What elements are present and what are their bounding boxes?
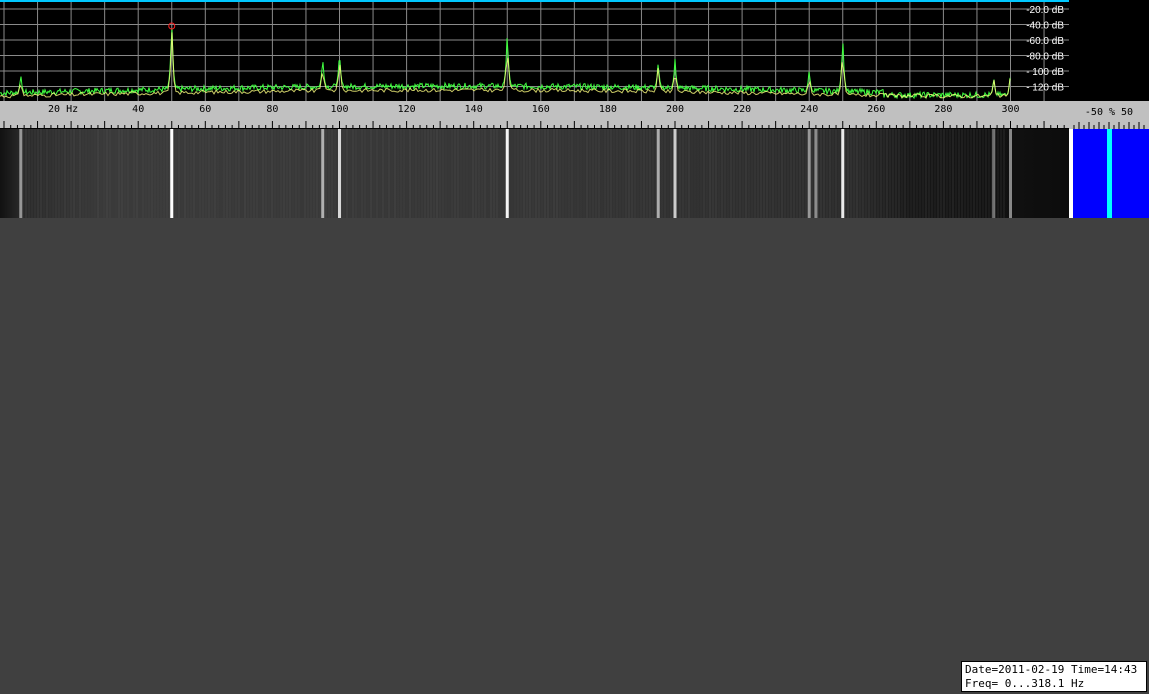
level-meter — [1069, 129, 1149, 218]
db-tick-label: -80.0 dB — [1026, 52, 1064, 63]
db-tick-label: -60.0 dB — [1026, 36, 1064, 47]
waterfall-carrier-line — [170, 129, 174, 218]
level-scale[interactable]: -50 % 50 — [1069, 101, 1149, 129]
level-axis: -50 % 50 — [1073, 107, 1145, 129]
freq-tick-label: 160 — [532, 104, 550, 115]
db-tick-label: -20.0 dB — [1026, 5, 1064, 16]
freq-tick-label: 180 — [599, 104, 617, 115]
freq-tick-label: 260 — [867, 104, 885, 115]
spectrum-trace-green — [0, 28, 1011, 100]
db-tick-label: - 120 dB — [1026, 83, 1064, 94]
db-tick-label: - 100 dB — [1026, 67, 1064, 78]
db-tick-label: -40.0 dB — [1026, 21, 1064, 32]
freq-tick-label: 20 Hz — [48, 104, 78, 115]
waterfall-carrier-line — [321, 129, 325, 218]
waterfall-carrier-line — [19, 129, 23, 218]
waterfall-carrier-line — [338, 129, 341, 218]
freq-tick-label: 40 — [132, 104, 144, 115]
waterfall-carrier-line — [814, 129, 818, 218]
frequency-axis: 20 Hz 40 60 80 100 120 140 160 180 200 220 240 260 28… — [0, 104, 1069, 129]
waterfall-background — [0, 129, 1069, 218]
freq-tick-label: 220 — [733, 104, 751, 115]
waterfall-carrier-line — [1009, 129, 1012, 218]
spectrum-trace-yellow — [0, 32, 1011, 99]
waterfall-carrier-line — [807, 129, 811, 218]
status-date-time: Date=2011-02-19 Time=14:43 — [965, 663, 1138, 676]
waterfall-carrier-line — [673, 129, 677, 218]
freq-tick-label: 140 — [465, 104, 483, 115]
waterfall-carrier-line — [505, 129, 509, 218]
freq-tick-label: 280 — [934, 104, 952, 115]
freq-tick-label: 60 — [199, 104, 211, 115]
frequency-scale[interactable]: 20 Hz 40 60 80 100 120 140 160 180 200 220 240 260 28… — [0, 101, 1069, 129]
input-level-bar — [1069, 129, 1149, 218]
freq-tick-label: 120 — [398, 104, 416, 115]
waterfall-carrier-line — [841, 129, 845, 218]
freq-tick-label: 80 — [266, 104, 278, 115]
waterfall-plot — [0, 129, 1069, 218]
freq-tick-label: 300 — [1001, 104, 1019, 115]
waterfall-display[interactable] — [0, 129, 1069, 218]
waterfall-carrier-line — [656, 129, 660, 218]
waterfall-carrier-line — [992, 129, 996, 218]
status-freq-range: Freq= 0...318.1 Hz — [965, 677, 1085, 690]
level-scale-label: -50 % 50 — [1085, 107, 1133, 118]
spectrum-plot: -20.0 dB -40.0 dB -60.0 dB -80.0 dB - 100 dB… — [0, 0, 1069, 101]
level-indicator — [1107, 129, 1112, 218]
spectrum-graph[interactable]: -20.0 dB -40.0 dB -60.0 dB -80.0 dB - 100 dB… — [0, 0, 1069, 101]
db-side-panel — [1069, 0, 1149, 101]
freq-tick-label: 240 — [800, 104, 818, 115]
freq-tick-label: 200 — [666, 104, 684, 115]
date-freq-status-box: Date=2011-02-19 Time=14:43 Freq= 0...318… — [961, 661, 1147, 692]
spectrum-lab-window: -20.0 dB -40.0 dB -60.0 dB -80.0 dB - 100 dB… — [0, 0, 1149, 694]
freq-tick-label: 100 — [330, 104, 348, 115]
